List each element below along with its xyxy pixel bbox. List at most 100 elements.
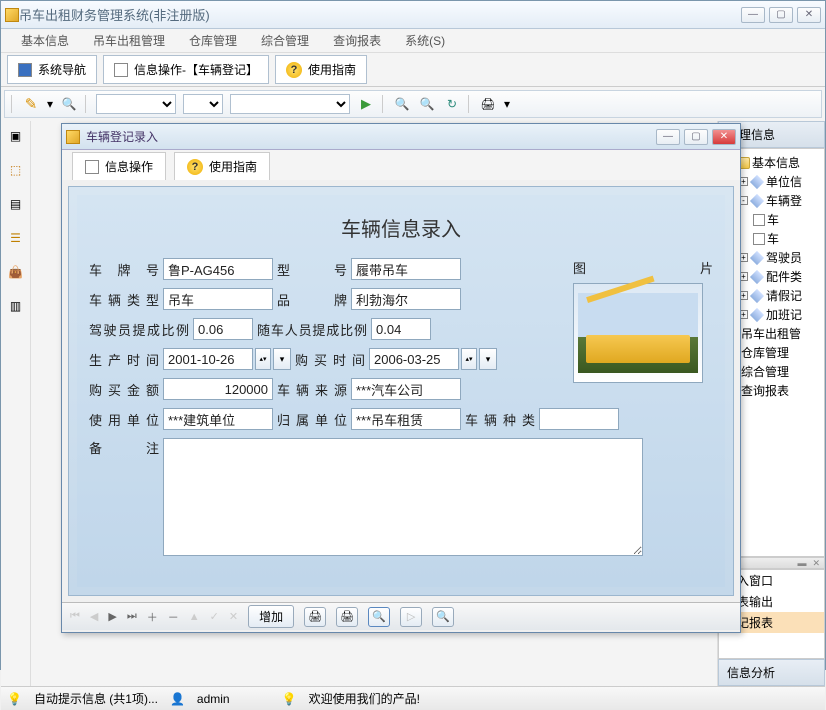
- main-tabbar: 系统导航 信息操作-【车辆登记】 ? 使用指南: [1, 53, 825, 87]
- form-title: 车辆信息录入: [89, 205, 713, 258]
- edit-record-button[interactable]: ▲: [189, 611, 200, 623]
- bulb-icon: 💡: [282, 692, 297, 706]
- play-button[interactable]: ▷: [400, 607, 422, 627]
- use-unit-input[interactable]: [163, 408, 273, 430]
- tab-guide[interactable]: ? 使用指南: [275, 55, 367, 84]
- strip-icon-6[interactable]: ▥: [7, 297, 25, 315]
- menu-warehouse[interactable]: 仓库管理: [177, 32, 249, 49]
- dialog-close-button[interactable]: ✕: [712, 129, 736, 145]
- vehicle-image: [573, 283, 703, 383]
- print-button[interactable]: 🖨: [304, 607, 326, 627]
- zoom-out-icon[interactable]: 🔍: [418, 95, 436, 113]
- tree-v1[interactable]: 车: [749, 210, 822, 229]
- toolbar-dropdown-2[interactable]: [183, 94, 223, 114]
- dialog-nav-bar: ⏮ ◀ ▶ ⏭ ＋ － ▲ ✓ ✕ 增加 🖨 🖨 🔍 ▷ 🔍: [62, 602, 740, 630]
- zoom-in-icon[interactable]: 🔍: [393, 95, 411, 113]
- print-icon[interactable]: 🖨: [479, 95, 497, 113]
- menubar: 基本信息 吊车出租管理 仓库管理 综合管理 查询报表 系统(S): [1, 29, 825, 53]
- toolbar-dropdown-1[interactable]: [96, 94, 176, 114]
- produced-input[interactable]: [163, 348, 253, 370]
- add-record-button[interactable]: ＋: [147, 609, 158, 625]
- prev-record-button[interactable]: ◀: [90, 610, 98, 623]
- menu-system[interactable]: 系统(S): [393, 32, 457, 49]
- dialog-icon: [66, 130, 80, 144]
- source-input[interactable]: [351, 378, 461, 400]
- left-icon-strip: ▣ ⬚ ▤ ☰ 👜 ▥: [1, 121, 31, 686]
- vtype-input[interactable]: [163, 288, 273, 310]
- last-record-button[interactable]: ⏭: [127, 610, 137, 623]
- doc-icon: [114, 63, 128, 77]
- status-welcome: 欢迎使用我们的产品!: [309, 690, 420, 707]
- dialog-tab-info[interactable]: 信息操作: [72, 152, 166, 180]
- date-picker-button[interactable]: ▾: [479, 348, 497, 370]
- analysis-panel-header: 信息分析: [718, 659, 825, 686]
- app-title: 吊车出租财务管理系统(非注册版): [19, 5, 741, 24]
- dialog-minimize-button[interactable]: —: [656, 129, 680, 145]
- strip-icon-4[interactable]: ☰: [7, 229, 25, 247]
- vkind-input[interactable]: [539, 408, 619, 430]
- search-icon[interactable]: 🔍: [60, 95, 78, 113]
- tree-driver[interactable]: +驾驶员: [735, 248, 822, 267]
- tree-vehreg[interactable]: -车辆登: [735, 191, 822, 210]
- statusbar: 💡 自动提示信息 (共1项)... 👤 admin 💡 欢迎使用我们的产品!: [1, 686, 825, 710]
- dialog-titlebar: 车辆登记录入 — ▢ ✕: [62, 124, 740, 150]
- find-button[interactable]: 🔍: [368, 607, 390, 627]
- commit-button[interactable]: ✓: [210, 610, 219, 623]
- remark-textarea[interactable]: [163, 438, 643, 556]
- tree-v2[interactable]: 车: [749, 229, 822, 248]
- date-spinner[interactable]: ▴▾: [461, 348, 477, 370]
- maximize-button[interactable]: ▢: [769, 7, 793, 23]
- follow-ratio-input[interactable]: [371, 318, 431, 340]
- dialog-tab-guide[interactable]: ? 使用指南: [174, 152, 270, 180]
- panel-collapse-icon[interactable]: ▬: [797, 558, 806, 568]
- refresh-icon[interactable]: ↻: [443, 95, 461, 113]
- edit-icon[interactable]: ✎: [22, 95, 40, 113]
- date-spinner[interactable]: ▴▾: [255, 348, 271, 370]
- strip-icon-3[interactable]: ▤: [7, 195, 25, 213]
- plate-input[interactable]: [163, 258, 273, 280]
- bulb-icon: 💡: [7, 692, 22, 706]
- tree-overtime[interactable]: +加班记: [735, 305, 822, 324]
- driver-ratio-input[interactable]: [193, 318, 253, 340]
- strip-icon-5[interactable]: 👜: [7, 263, 25, 281]
- main-window: 吊车出租财务管理系统(非注册版) — ▢ ✕ 基本信息 吊车出租管理 仓库管理 …: [0, 0, 826, 670]
- panel-close-icon[interactable]: ✕: [812, 558, 820, 568]
- cancel-button[interactable]: ✕: [229, 610, 238, 623]
- strip-icon-1[interactable]: ▣: [7, 127, 25, 145]
- nav-icon: [18, 63, 32, 77]
- amount-input[interactable]: [163, 378, 273, 400]
- export-button[interactable]: 🖨: [336, 607, 358, 627]
- date-picker-button[interactable]: ▾: [273, 348, 291, 370]
- menu-rental[interactable]: 吊车出租管理: [81, 32, 177, 49]
- vehicle-entry-dialog: 车辆登记录入 — ▢ ✕ 信息操作 ? 使用指南: [61, 123, 741, 633]
- search-button[interactable]: 🔍: [432, 607, 454, 627]
- tab-system-nav[interactable]: 系统导航: [7, 55, 97, 84]
- next-record-button[interactable]: ▶: [108, 610, 116, 623]
- add-button[interactable]: 增加: [248, 605, 294, 628]
- menu-basic[interactable]: 基本信息: [9, 32, 81, 49]
- minimize-button[interactable]: —: [741, 7, 765, 23]
- tab-info-op[interactable]: 信息操作-【车辆登记】: [103, 55, 269, 84]
- first-record-button[interactable]: ⏮: [70, 610, 80, 623]
- delete-record-button[interactable]: －: [168, 609, 179, 625]
- app-icon: [5, 8, 19, 22]
- status-user: admin: [197, 692, 230, 706]
- close-button[interactable]: ✕: [797, 7, 821, 23]
- belong-unit-input[interactable]: [351, 408, 461, 430]
- dialog-maximize-button[interactable]: ▢: [684, 129, 708, 145]
- brand-input[interactable]: [351, 288, 461, 310]
- toolbar: ✎▾ 🔍 ▶ 🔍 🔍 ↻ 🖨▾: [4, 90, 822, 118]
- doc-icon: [85, 160, 99, 174]
- run-icon[interactable]: ▶: [357, 95, 375, 113]
- tree-leave[interactable]: +请假记: [735, 286, 822, 305]
- menu-reports[interactable]: 查询报表: [321, 32, 393, 49]
- user-icon: 👤: [170, 692, 185, 706]
- purchased-input[interactable]: [369, 348, 459, 370]
- main-titlebar: 吊车出租财务管理系统(非注册版) — ▢ ✕: [1, 1, 825, 29]
- tree-unit[interactable]: +单位信: [735, 172, 822, 191]
- strip-icon-2[interactable]: ⬚: [7, 161, 25, 179]
- tree-parts[interactable]: +配件类: [735, 267, 822, 286]
- menu-integrated[interactable]: 综合管理: [249, 32, 321, 49]
- model-input[interactable]: [351, 258, 461, 280]
- toolbar-dropdown-3[interactable]: [230, 94, 350, 114]
